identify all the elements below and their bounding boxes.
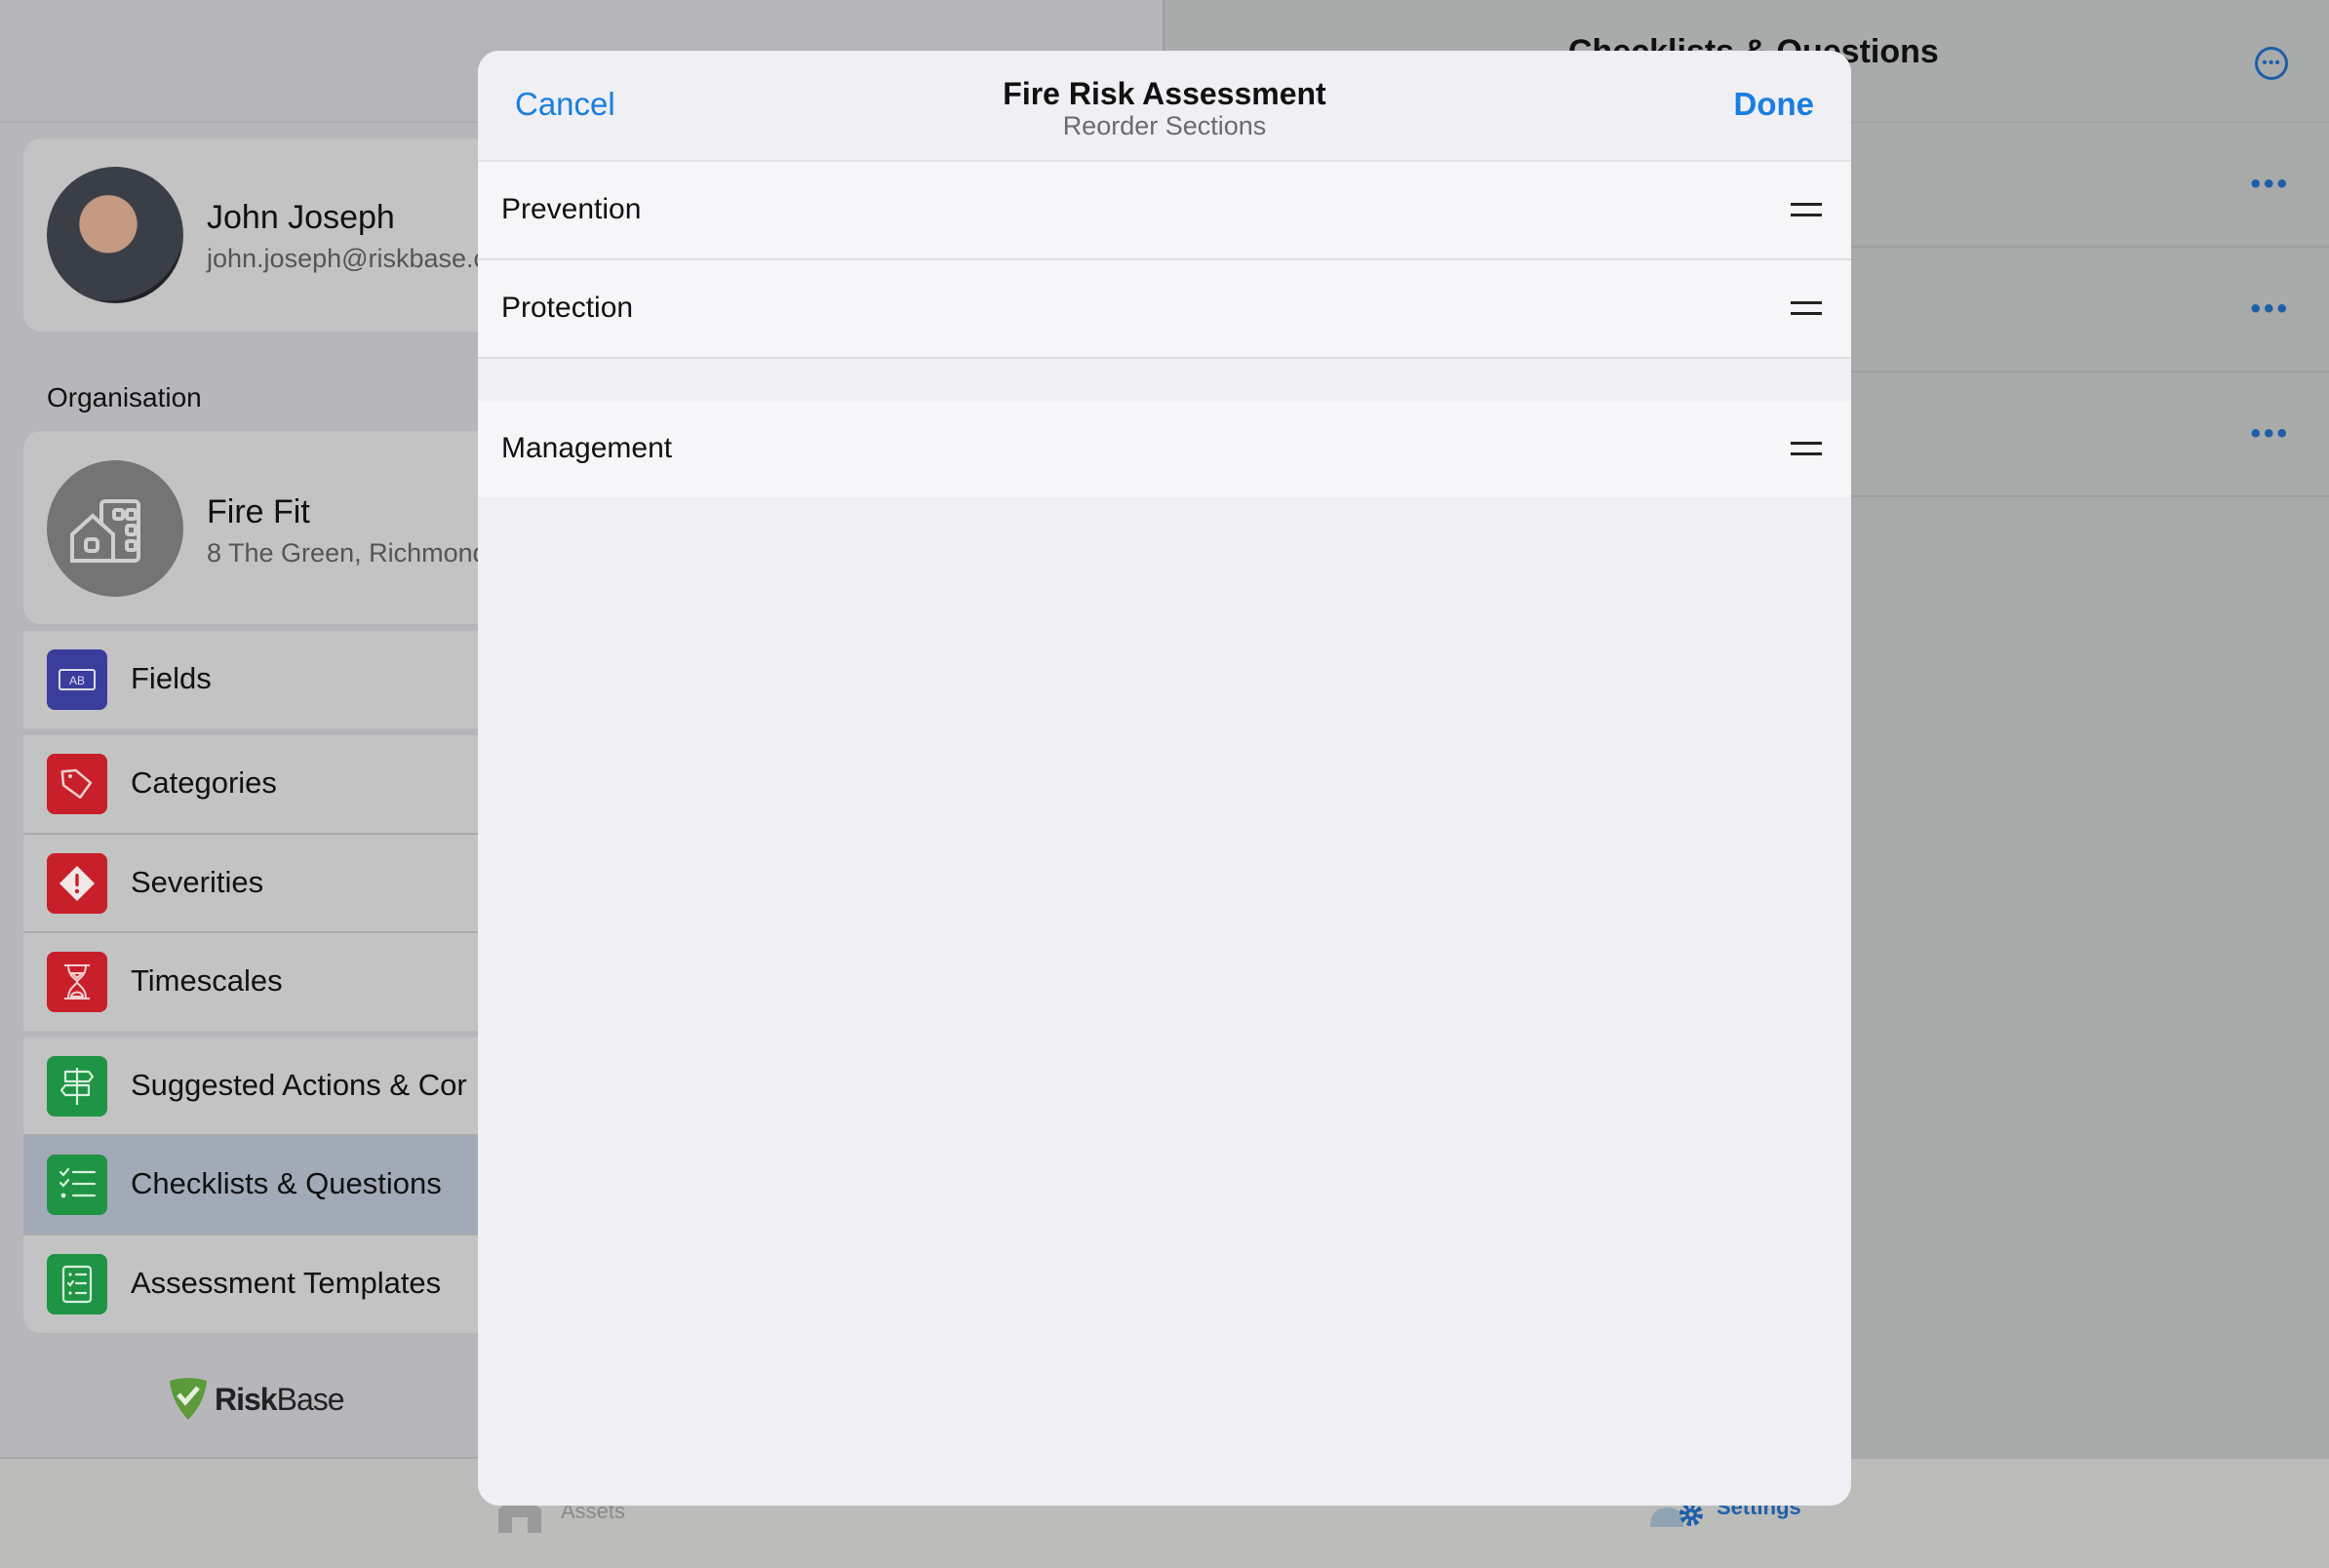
sidebar-item-label: Checklists & Questions [131,1166,442,1200]
building-icon [47,460,183,597]
more-icon[interactable]: ••• [2250,293,2290,326]
logo-text-bold: Risk [215,1381,278,1417]
drag-handle-icon[interactable] [1791,442,1822,455]
avatar [47,167,183,303]
warning-diamond-icon [47,853,107,914]
section-name: Protection [501,292,634,324]
section-row-protection[interactable]: Protection [478,260,1851,357]
more-icon[interactable]: ••• [2250,417,2290,451]
organisation-address: 8 The Green, Richmond [207,538,488,568]
done-button[interactable]: Done [1734,86,1815,123]
divider [478,357,1851,359]
modal-subtitle: Reorder Sections [1062,111,1267,140]
organisation-name: Fire Fit [207,493,310,530]
sidebar-item-label: Suggested Actions & Cor [131,1068,467,1102]
tag-icon [47,754,107,814]
drag-handle-icon[interactable] [1791,203,1822,216]
section-name: Management [501,432,673,464]
signpost-icon [47,1056,107,1117]
profile-name: John Joseph [207,199,395,236]
logo-text-regular: Base [276,1381,345,1417]
template-icon [47,1254,107,1314]
riskbase-logo: RiskBase [166,1377,345,1422]
drag-handle-icon[interactable] [1791,301,1822,315]
svg-text:AB: AB [69,674,85,687]
sidebar-item-label: Severities [131,865,264,899]
sidebar-item-label: Fields [131,661,212,695]
text-field-icon: AB [47,649,107,710]
hourglass-icon [47,952,107,1012]
shield-check-icon [170,1378,207,1420]
section-name: Prevention [501,193,642,225]
section-row-management[interactable]: Management [478,401,1851,497]
modal-title: Fire Risk Assessment [1003,76,1326,111]
modal-header: Cancel Fire Risk Assessment Reorder Sect… [478,51,1851,162]
profile-email: john.joseph@riskbase.c [207,244,488,273]
sidebar-item-label: Assessment Templates [131,1266,442,1300]
section-row-prevention[interactable]: Prevention [478,162,1851,258]
sidebar-item-label: Timescales [131,963,283,998]
sidebar-item-label: Categories [131,765,277,800]
checklist-icon [47,1155,107,1215]
organisation-section-label: Organisation [47,382,202,412]
reorder-sections-modal: Cancel Fire Risk Assessment Reorder Sect… [478,51,1851,1506]
ellipsis-circle-icon[interactable]: ••• [2255,47,2288,80]
more-icon[interactable]: ••• [2250,168,2290,201]
